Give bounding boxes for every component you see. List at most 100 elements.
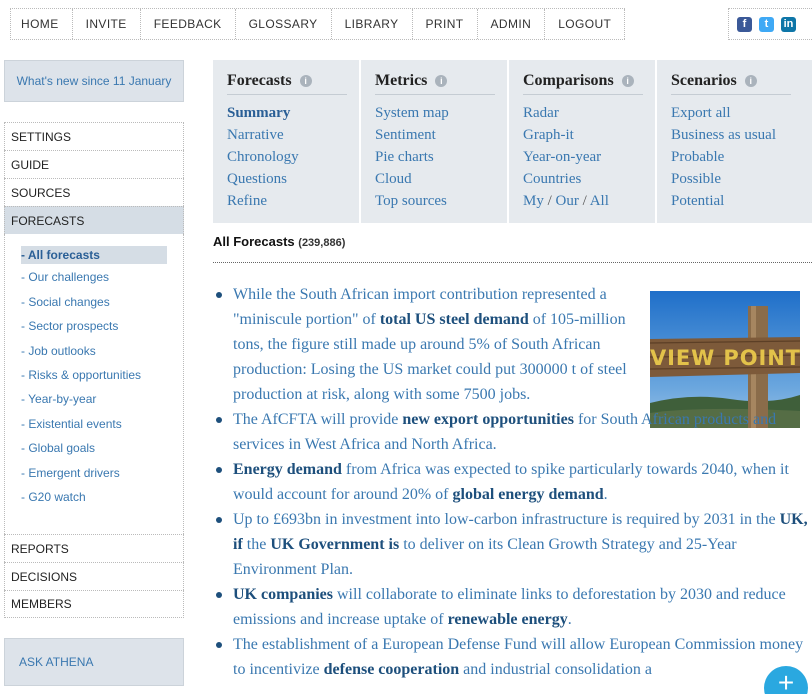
menu-column-title: Forecasts i bbox=[227, 72, 347, 95]
sidebar-item-members[interactable]: MEMBERS bbox=[4, 590, 184, 618]
list-item: While the South African import contribut… bbox=[216, 282, 636, 407]
social-links: f t in bbox=[728, 8, 812, 40]
sidebar-item-forecasts[interactable]: FORECASTS bbox=[4, 206, 184, 234]
menu-link-all[interactable]: All bbox=[590, 193, 609, 209]
submenu-year-by-year[interactable]: - Year-by-year bbox=[21, 392, 183, 416]
menu-link-year-on-year[interactable]: Year-on-year bbox=[523, 146, 655, 168]
menu-link-cloud[interactable]: Cloud bbox=[375, 168, 507, 190]
forecast-menu-panel: Forecasts i Summary Narrative Chronology … bbox=[213, 60, 812, 223]
item-keyword[interactable]: UK Government is bbox=[270, 536, 399, 553]
forecasts-submenu: - All forecasts - Our challenges - Socia… bbox=[4, 234, 184, 534]
list-item: The establishment of a European Defense … bbox=[216, 632, 812, 682]
facebook-icon[interactable]: f bbox=[737, 16, 752, 32]
submenu-all-forecasts[interactable]: - All forecasts bbox=[21, 246, 167, 264]
sidebar-item-sources[interactable]: SOURCES bbox=[4, 178, 184, 206]
item-text: Up to £693bn in investment into low-carb… bbox=[233, 511, 780, 528]
menu-link-graph-it[interactable]: Graph-it bbox=[523, 124, 655, 146]
nav-invite[interactable]: INVITE bbox=[73, 9, 141, 39]
info-icon[interactable]: i bbox=[299, 75, 312, 87]
item-keyword[interactable]: defense cooperation bbox=[324, 661, 460, 678]
nav-print[interactable]: PRINT bbox=[413, 9, 478, 39]
sidebar-item-guide[interactable]: GUIDE bbox=[4, 150, 184, 178]
menu-link-sentiment[interactable]: Sentiment bbox=[375, 124, 507, 146]
divider bbox=[213, 262, 812, 263]
item-keyword[interactable]: Energy demand bbox=[233, 461, 342, 478]
sidebar-item-reports[interactable]: REPORTS bbox=[4, 534, 184, 562]
top-navigation: HOME INVITE FEEDBACK GLOSSARY LIBRARY PR… bbox=[10, 8, 626, 40]
menu-link-probable[interactable]: Probable bbox=[671, 146, 808, 168]
submenu-emergent-drivers[interactable]: - Emergent drivers bbox=[21, 466, 183, 490]
list-item: Energy demand from Africa was expected t… bbox=[216, 457, 812, 507]
linkedin-icon[interactable]: in bbox=[781, 16, 796, 32]
menu-link-group: My / Our / All bbox=[523, 193, 609, 209]
item-keyword[interactable]: renewable energy bbox=[448, 611, 568, 628]
menu-column-comparisons: Comparisons i Radar Graph-it Year-on-year… bbox=[509, 60, 657, 223]
menu-link-chronology[interactable]: Chronology bbox=[227, 146, 359, 168]
info-icon[interactable]: i bbox=[744, 75, 757, 87]
menu-link-radar[interactable]: Radar bbox=[523, 102, 655, 124]
list-item: UK companies will collaborate to elimina… bbox=[216, 582, 812, 632]
menu-column-title: Metrics i bbox=[375, 72, 495, 95]
menu-link-business-as-usual[interactable]: Business as usual bbox=[671, 124, 808, 146]
whats-new-button[interactable]: What's new since 11 January bbox=[4, 60, 184, 102]
submenu-risks-opportunities[interactable]: - Risks & opportunities bbox=[21, 368, 183, 392]
menu-column-title: Comparisons i bbox=[523, 72, 643, 95]
menu-link-potential[interactable]: Potential bbox=[671, 190, 808, 212]
item-text: . bbox=[567, 611, 572, 628]
page-title: All Forecasts (239,886) bbox=[213, 234, 345, 249]
item-keyword[interactable]: new export opportunities bbox=[402, 411, 574, 428]
item-keyword[interactable]: global energy demand bbox=[453, 486, 604, 503]
scenarios-title: Scenarios bbox=[671, 72, 737, 89]
menu-link-possible[interactable]: Possible bbox=[671, 168, 808, 190]
item-text: The AfCFTA will provide bbox=[233, 411, 403, 428]
menu-link-countries[interactable]: Countries bbox=[523, 168, 655, 190]
item-text: . bbox=[603, 486, 608, 503]
menu-link-summary[interactable]: Summary bbox=[227, 102, 359, 124]
submenu-social-changes[interactable]: - Social changes bbox=[21, 295, 183, 319]
menu-column-metrics: Metrics i System map Sentiment Pie charts… bbox=[361, 60, 509, 223]
forecast-count: (239,886) bbox=[298, 237, 346, 249]
sidebar: SETTINGS GUIDE SOURCES FORECASTS - All f… bbox=[4, 122, 184, 618]
info-icon[interactable]: i bbox=[621, 75, 634, 87]
forecasts-title: Forecasts bbox=[227, 72, 292, 89]
nav-home[interactable]: HOME bbox=[11, 9, 73, 39]
submenu-sector-prospects[interactable]: - Sector prospects bbox=[21, 319, 183, 343]
submenu-existential-events[interactable]: - Existential events bbox=[21, 417, 183, 441]
sidebar-item-settings[interactable]: SETTINGS bbox=[4, 122, 184, 150]
menu-link-my[interactable]: My bbox=[523, 193, 544, 209]
nav-admin[interactable]: ADMIN bbox=[478, 9, 546, 39]
item-text: the bbox=[242, 536, 271, 553]
submenu-global-goals[interactable]: - Global goals bbox=[21, 441, 183, 465]
submenu-our-challenges[interactable]: - Our challenges bbox=[21, 270, 183, 294]
nav-glossary[interactable]: GLOSSARY bbox=[236, 9, 332, 39]
menu-column-title: Scenarios i bbox=[671, 72, 791, 95]
metrics-title: Metrics bbox=[375, 72, 428, 89]
menu-link-export-all[interactable]: Export all bbox=[671, 102, 808, 124]
menu-link-refine[interactable]: Refine bbox=[227, 190, 359, 212]
menu-link-top-sources[interactable]: Top sources bbox=[375, 190, 507, 212]
ask-athena-button[interactable]: ASK ATHENA bbox=[4, 638, 184, 686]
menu-link-narrative[interactable]: Narrative bbox=[227, 124, 359, 146]
comparisons-title: Comparisons bbox=[523, 72, 614, 89]
nav-library[interactable]: LIBRARY bbox=[332, 9, 413, 39]
page-title-text: All Forecasts bbox=[213, 234, 295, 249]
info-icon[interactable]: i bbox=[435, 75, 448, 87]
menu-link-system-map[interactable]: System map bbox=[375, 102, 507, 124]
sidebar-item-decisions[interactable]: DECISIONS bbox=[4, 562, 184, 590]
menu-link-questions[interactable]: Questions bbox=[227, 168, 359, 190]
menu-link-our[interactable]: Our bbox=[556, 193, 579, 209]
item-keyword[interactable]: total US steel demand bbox=[380, 311, 529, 328]
item-text: and industrial consolidation a bbox=[459, 661, 653, 678]
list-item: Up to £693bn in investment into low-carb… bbox=[216, 507, 812, 582]
menu-link-pie-charts[interactable]: Pie charts bbox=[375, 146, 507, 168]
nav-feedback[interactable]: FEEDBACK bbox=[141, 9, 236, 39]
forecast-list: While the South African import contribut… bbox=[216, 282, 812, 682]
submenu-job-outlooks[interactable]: - Job outlooks bbox=[21, 344, 183, 368]
list-item: The AfCFTA will provide new export oppor… bbox=[216, 407, 812, 457]
twitter-icon[interactable]: t bbox=[759, 16, 774, 32]
menu-column-scenarios: Scenarios i Export all Business as usual … bbox=[657, 60, 808, 223]
menu-column-forecasts: Forecasts i Summary Narrative Chronology … bbox=[213, 60, 361, 223]
nav-logout[interactable]: LOGOUT bbox=[545, 9, 626, 39]
submenu-g20-watch[interactable]: - G20 watch bbox=[21, 490, 183, 514]
item-keyword[interactable]: UK companies bbox=[233, 586, 333, 603]
